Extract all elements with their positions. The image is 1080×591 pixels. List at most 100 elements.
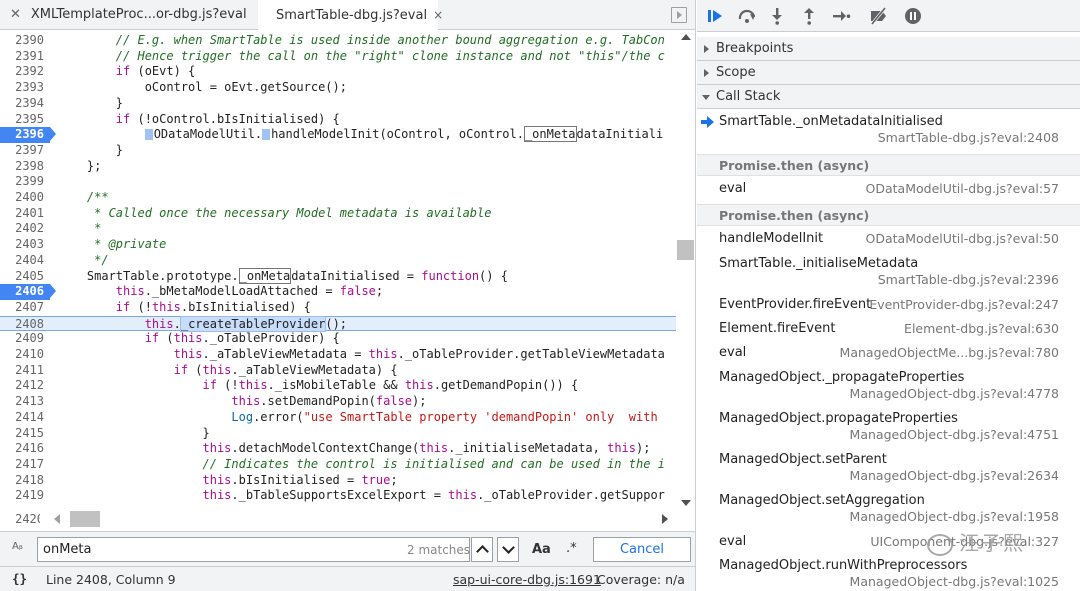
line-number[interactable]: 2409 [0,331,50,347]
deactivate-breakpoints-icon[interactable] [869,6,889,26]
line-number[interactable]: 2395 [0,112,50,128]
line-number[interactable]: 2410 [0,347,50,363]
line-number[interactable]: 2414 [0,410,50,426]
pause-on-exceptions-icon[interactable] [903,6,923,26]
breakpoint-marker[interactable]: 2396 [0,127,56,143]
line-number[interactable]: 2398 [0,159,50,175]
source-link[interactable]: sap-ui-core-dbg.js:1691 [453,572,601,587]
code-line[interactable]: 2399 [0,174,676,190]
scroll-left-icon[interactable] [54,514,60,524]
call-frame-location[interactable]: EventProvider-dbg.js?eval:247 [869,297,1059,312]
code-line[interactable]: 2416 this.detachModelContextChange(this.… [0,441,676,457]
code-line[interactable]: 2397 } [0,143,676,159]
code-line[interactable]: 2409 if (this._oTableProvider) { [0,331,676,347]
call-frame[interactable]: ManagedObject.propagateProperties Managed… [697,407,1080,448]
call-frame[interactable]: EventProvider.fireEvent EventProvider-dbg… [697,293,1080,317]
breakpoints-section[interactable]: Breakpoints [697,37,1080,61]
line-number[interactable]: 2391 [0,49,50,65]
replace-toggle-icon[interactable]: Aᵦ [12,541,23,552]
scroll-down-icon[interactable] [681,500,691,506]
code-line[interactable]: 2395 if (!oControl.bIsInitialised) { [0,112,676,128]
call-frame-location[interactable]: ODataModelUtil-dbg.js?eval:57 [866,181,1059,196]
call-frame-location[interactable]: ODataModelUtil-dbg.js?eval:50 [866,231,1059,246]
line-number[interactable]: 2411 [0,363,50,379]
next-match-button[interactable] [497,537,519,562]
scope-section[interactable]: Scope [697,61,1080,85]
call-frame-location[interactable]: ManagedObject-dbg.js?eval:1958 [850,509,1059,524]
tab-close-icon[interactable]: × [433,8,443,22]
tab-smarttable[interactable]: SmartTable-dbg.js?eval × [258,0,443,31]
call-frame[interactable]: SmartTable._onMetadataInitialised SmartTa… [697,110,1080,151]
call-frame[interactable]: ManagedObject.runWithPreprocessors Manage… [697,554,1080,591]
call-frame[interactable]: ManagedObject._propagateProperties Manage… [697,366,1080,407]
code-line[interactable]: 2396 ODataModelUtil. handleModelInit(oCon… [0,126,676,143]
code-line[interactable]: 2392 if (oEvt) { [0,64,676,80]
line-number[interactable]: 2413 [0,394,50,410]
call-frame-location[interactable]: Element-dbg.js?eval:630 [904,321,1059,336]
code-line[interactable]: 2417 // Indicates the control is initial… [0,457,676,473]
call-frame-location[interactable]: SmartTable-dbg.js?eval:2408 [878,130,1059,145]
line-number[interactable]: 2390 [0,33,50,49]
code-line[interactable]: 2411 if (this._aTableViewMetadata) { [0,363,676,379]
call-frame-location[interactable]: ManagedObject-dbg.js?eval:4778 [850,386,1059,401]
code-line[interactable]: 2393 oControl = oEvt.getSource(); [0,80,676,96]
call-frame[interactable]: Element.fireEvent Element-dbg.js?eval:630 [697,317,1080,341]
code-line[interactable]: 2413 this.setDemandPopin(false); [0,394,676,410]
line-number[interactable]: 2400 [0,190,50,206]
code-line[interactable]: 2401 * Called once the necessary Model m… [0,206,676,222]
tab-close-icon[interactable]: ✕ [10,7,21,22]
code-line[interactable]: 2407 if (!this.bIsInitialised) { [0,300,676,316]
line-number[interactable]: 2394 [0,96,50,112]
call-frame-location[interactable]: ManagedObjectMe...bg.js?eval:780 [840,345,1059,360]
resume-icon[interactable] [705,6,725,26]
code-line[interactable]: 2410 this._aTableViewMetadata = this._oT… [0,347,676,363]
code-line[interactable]: 2414 Log.error("use SmartTable property … [0,410,676,426]
code-line[interactable]: 2398 }; [0,159,676,175]
code-line[interactable]: 2402 * [0,221,676,237]
call-frame-location[interactable]: ManagedObject-dbg.js?eval:1025 [850,574,1059,589]
line-number[interactable]: 2405 [0,269,50,285]
call-frame[interactable]: handleModelInit ODataModelUtil-dbg.js?eva… [697,227,1080,251]
scroll-right-icon[interactable] [662,514,668,524]
line-number[interactable]: 2412 [0,378,50,394]
code-line[interactable]: 2418 this.bIsInitialised = true; [0,473,676,489]
line-number[interactable]: 2399 [0,174,50,190]
line-number[interactable]: 2416 [0,441,50,457]
toggle-debugger-icon[interactable] [671,7,687,23]
call-frame[interactable]: SmartTable._initialiseMetadata SmartTable… [697,252,1080,293]
line-number[interactable]: 2415 [0,426,50,442]
call-stack-section[interactable]: Call Stack [697,85,1080,109]
call-frame-location[interactable]: ManagedObject-dbg.js?eval:2634 [850,468,1059,483]
scroll-thumb[interactable] [70,511,100,527]
line-number[interactable]: 2393 [0,80,50,96]
match-case-button[interactable]: Aa [532,542,551,557]
code-line[interactable]: 2419 this._bTableSupportsExcelExport = t… [0,488,676,504]
code-line[interactable]: 2403 * @private [0,237,676,253]
pretty-print-icon[interactable]: {} [12,571,27,586]
current-execution-line[interactable]: 2408 this._createTableProvider(); [0,315,676,333]
code-editor[interactable]: 2390 // E.g. when SmartTable is used ins… [0,30,676,510]
code-line[interactable]: 2391 // Hence trigger the call on the "r… [0,49,676,65]
line-number[interactable]: 2397 [0,143,50,159]
step-over-icon[interactable] [737,6,757,26]
code-line[interactable]: 2405 SmartTable.prototype._onMetadataIni… [0,267,676,285]
code-line[interactable]: 2406 this._bMetaModelLoadAttached = fals… [0,284,676,300]
call-frame[interactable]: ManagedObject.setAggregation ManagedObjec… [697,489,1080,530]
scroll-up-icon[interactable] [681,34,691,40]
cancel-button[interactable]: Cancel [593,537,691,562]
line-number[interactable]: 2404 [0,253,50,269]
breakpoint-marker[interactable]: 2406 [0,284,56,300]
step-icon[interactable] [831,6,851,26]
code-line[interactable]: 2394 } [0,96,676,112]
search-input[interactable] [37,537,470,562]
scroll-thumb[interactable] [677,240,694,260]
line-number[interactable]: 2392 [0,64,50,80]
line-number[interactable]: 2407 [0,300,50,316]
step-into-icon[interactable] [767,6,787,26]
code-line[interactable]: 2412 if (!this._isMobileTable && this.ge… [0,378,676,394]
code-line[interactable]: 2400 /** [0,190,676,206]
line-number[interactable]: 2418 [0,473,50,489]
line-number[interactable]: 2408 [0,317,50,333]
call-frame[interactable]: ManagedObject.setParent ManagedObject-dbg… [697,448,1080,489]
code-line[interactable]: 2390 // E.g. when SmartTable is used ins… [0,33,676,49]
